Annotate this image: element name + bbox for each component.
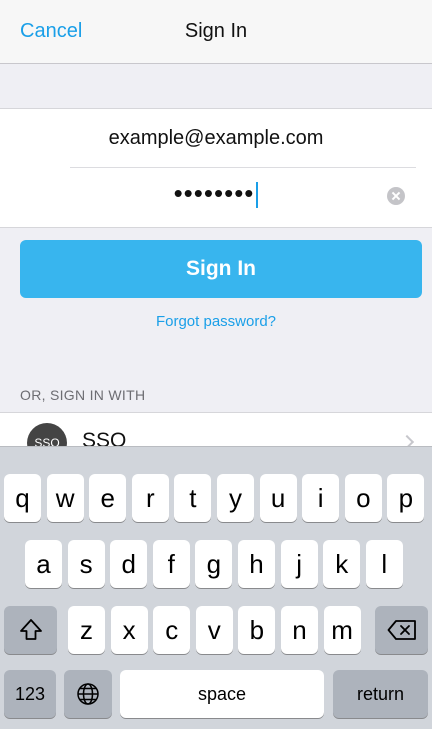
numbers-key[interactable]: 123 [4,670,56,718]
page-title: Sign In [184,20,248,42]
forgot-password-link[interactable]: Forgot password? [0,313,432,330]
key-n[interactable]: n [281,606,318,654]
key-o[interactable]: o [344,474,382,522]
key-b[interactable]: b [238,606,276,654]
key-a[interactable]: a [25,540,62,588]
key-v[interactable]: v [195,606,233,654]
key-z[interactable]: z [68,606,105,654]
password-mask: •••••••• [173,178,255,208]
key-x[interactable]: x [110,606,148,654]
key-f[interactable]: f [152,540,190,588]
globe-key[interactable] [64,670,112,718]
key-h[interactable]: h [238,540,275,588]
key-y[interactable]: y [217,474,254,522]
shift-icon [19,619,42,640]
key-q[interactable]: q [4,474,41,522]
clear-circle-icon[interactable] [387,187,405,205]
key-k[interactable]: k [323,540,361,588]
email-field[interactable] [0,109,432,167]
key-i[interactable]: i [302,474,340,522]
backspace-icon [387,620,416,640]
credentials-group: •••••••• [0,108,432,228]
sign-in-button[interactable]: Sign In [20,240,422,298]
alternative-signin-header: OR, SIGN IN WITH [20,387,146,403]
on-screen-keyboard: qwertyuiop asdfghjkl zxcvbnm 123 space r… [0,446,432,729]
key-l[interactable]: l [365,540,403,588]
key-d[interactable]: d [110,540,148,588]
key-c[interactable]: c [153,606,191,654]
navigation-bar: Cancel Sign In [0,0,432,64]
shift-key[interactable] [4,606,57,654]
key-w[interactable]: w [46,474,84,522]
text-caret [256,182,259,209]
key-s[interactable]: s [67,540,105,588]
globe-icon [77,683,99,705]
key-g[interactable]: g [195,540,233,588]
key-t[interactable]: t [174,474,212,522]
password-value-wrap: •••••••• [0,178,432,209]
key-u[interactable]: u [259,474,297,522]
return-key[interactable]: return [333,670,428,718]
key-p[interactable]: p [387,474,425,522]
key-r[interactable]: r [131,474,169,522]
key-e[interactable]: e [89,474,127,522]
delete-key[interactable] [375,606,428,654]
key-m[interactable]: m [323,606,361,654]
password-field[interactable]: •••••••• [0,168,432,228]
space-key[interactable]: space [120,670,324,718]
key-j[interactable]: j [280,540,318,588]
